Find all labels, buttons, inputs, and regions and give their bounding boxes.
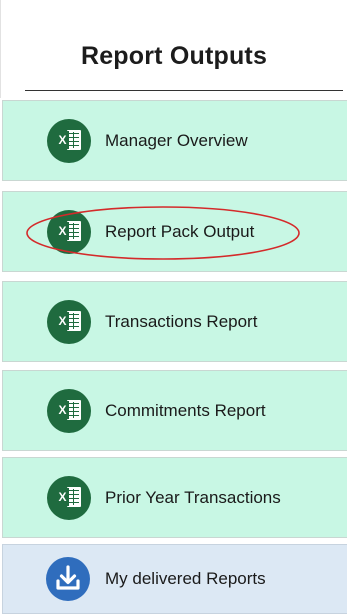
header-divider [25,90,343,91]
report-item-label: Transactions Report [105,311,258,331]
report-item-label: Report Pack Output [105,221,255,241]
excel-icon: X [47,118,91,163]
panel-header: Report Outputs [0,0,347,98]
report-item-my-delivered-reports[interactable]: My delivered Reports [2,544,347,614]
excel-icon: X [47,388,91,433]
excel-icon: X [47,209,91,254]
report-item-label: Commitments Report [105,400,266,420]
report-item-commitments-report[interactable]: X Commitments Report [2,370,347,451]
report-item-prior-year-transactions[interactable]: X Prior Year Transactions [2,457,347,538]
download-icon [46,557,90,601]
page-title: Report Outputs [80,42,268,70]
excel-icon: X [47,475,91,520]
report-item-transactions-report[interactable]: X Transactions Report [2,281,347,362]
report-outputs-panel: Report Outputs X Manager Overview X Repo… [0,0,347,614]
excel-icon: X [47,299,91,344]
report-item-label: Prior Year Transactions [105,487,281,507]
report-item-manager-overview[interactable]: X Manager Overview [2,100,347,181]
report-item-label: My delivered Reports [105,569,266,588]
report-item-label: Manager Overview [105,130,248,150]
report-item-report-pack-output[interactable]: X Report Pack Output [2,191,347,272]
